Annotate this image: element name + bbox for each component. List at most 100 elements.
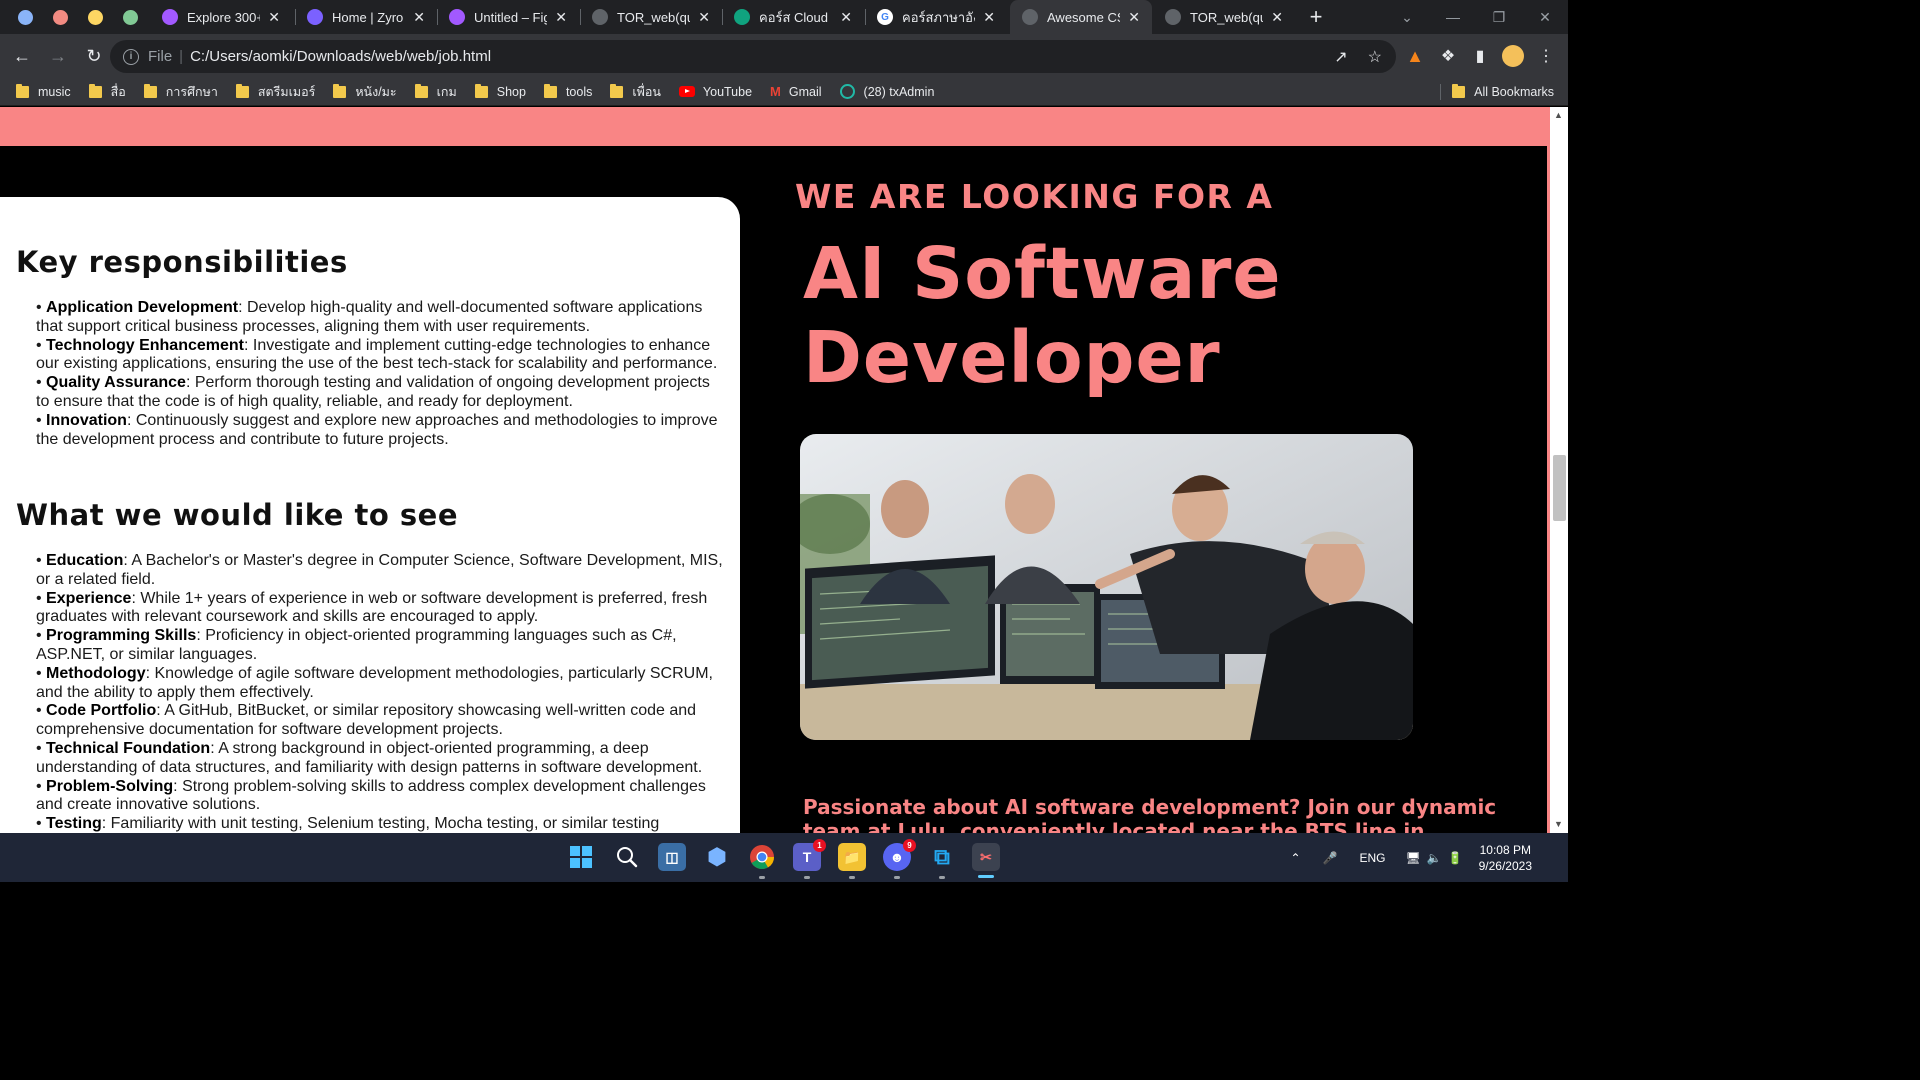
scroll-up-icon[interactable]: ▲: [1554, 110, 1563, 120]
close-tab-icon[interactable]: ✕: [840, 9, 852, 26]
browser-tab[interactable]: TOR_web(quiz ✕: [580, 0, 722, 34]
discord-icon[interactable]: ☻ 9: [883, 839, 916, 871]
close-window-button[interactable]: ✕: [1522, 0, 1568, 34]
language-indicator[interactable]: ENG: [1359, 851, 1385, 865]
volume-icon[interactable]: 🔈: [1427, 851, 1442, 865]
network-icon[interactable]: 🖥: [1405, 851, 1420, 865]
list-item-title: Application Development: [46, 299, 239, 316]
bookmark-item[interactable]: Shop: [474, 83, 526, 99]
url-separator: |: [179, 48, 184, 65]
list-item-title: Experience: [46, 589, 132, 607]
task-view-icon[interactable]: ◫: [658, 843, 686, 871]
running-indicator: [804, 876, 810, 879]
list-item: • Technical Foundation: A strong backgro…: [36, 739, 703, 776]
tab-search-icon[interactable]: ⌄: [1384, 0, 1430, 34]
top-accent-bar: [0, 107, 1550, 146]
browser-tab[interactable]: Awesome CSS ✕: [1010, 0, 1152, 34]
teams-icon[interactable]: T1: [793, 839, 826, 871]
bookmark-label: เกม: [436, 84, 457, 99]
back-button[interactable]: ←: [6, 40, 38, 72]
bookmark-item[interactable]: การศึกษา: [143, 82, 218, 102]
responsibilities-heading: Key responsibilities: [16, 245, 348, 279]
close-tab-icon[interactable]: ✕: [983, 9, 995, 26]
list-item-text: : While 1+ years of experience in web or…: [36, 589, 708, 626]
address-bar[interactable]: i File | C:/Users/aomki/Downloads/web/we…: [110, 40, 1396, 73]
tab-title: TOR_web(quiz: [1190, 9, 1263, 25]
minimize-button[interactable]: —: [1430, 0, 1476, 34]
close-tab-icon[interactable]: ✕: [1128, 9, 1140, 26]
maximize-button[interactable]: ❐: [1476, 0, 1522, 34]
all-bookmarks[interactable]: All Bookmarks: [1452, 78, 1554, 106]
scroll-down-icon[interactable]: ▼: [1554, 819, 1563, 829]
vscode-icon[interactable]: ⧉: [928, 843, 956, 871]
team-photo: [800, 434, 1413, 740]
list-item-title: Code Portfolio: [46, 702, 157, 720]
requirements-heading: What we would like to see: [16, 498, 459, 532]
close-tab-icon[interactable]: ✕: [1271, 9, 1283, 26]
folder-icon: [16, 83, 29, 98]
list-item-title: Innovation: [46, 411, 127, 429]
job-title: AI Software Developer: [803, 232, 1282, 400]
browser-tab[interactable]: Untitled – Figm ✕: [437, 0, 579, 34]
tab-separator: [295, 9, 296, 25]
bookmark-label: สื่อ: [110, 84, 126, 99]
zyro-icon: [307, 9, 323, 25]
clock-time: 10:08 PM: [1479, 842, 1531, 857]
list-item: • Programming Skills: Proficiency in obj…: [36, 627, 677, 663]
copilot-icon[interactable]: ⬢: [703, 843, 731, 871]
clock[interactable]: 10:08 PM 9/26/2023: [1479, 842, 1532, 874]
bookmark-item[interactable]: สื่อ: [88, 82, 126, 102]
bookmark-item[interactable]: เพื่อน: [610, 82, 661, 102]
chevron-up-icon[interactable]: ⌃: [1290, 851, 1300, 865]
new-tab-button[interactable]: +: [1306, 5, 1326, 29]
metamask-icon[interactable]: ▲: [1401, 42, 1429, 70]
reload-button[interactable]: ↻: [78, 40, 110, 72]
share-icon[interactable]: ↗: [1334, 47, 1347, 67]
bookmark-item[interactable]: (28) txAdmin: [839, 84, 934, 99]
list-item-title: Quality Assurance: [46, 374, 186, 392]
bookmark-item[interactable]: YouTube: [678, 84, 753, 99]
side-panel-icon[interactable]: ▮: [1466, 42, 1494, 70]
close-tab-icon[interactable]: ✕: [413, 9, 425, 26]
start-icon[interactable]: [567, 843, 595, 871]
bookmark-item[interactable]: หนัง/มะ: [333, 82, 397, 102]
search-icon[interactable]: [613, 843, 641, 871]
bookmark-item[interactable]: tools: [543, 83, 592, 99]
info-icon[interactable]: i: [123, 48, 139, 65]
bookmark-label: YouTube: [702, 84, 753, 99]
close-tab-icon[interactable]: ✕: [555, 9, 567, 26]
list-item-text: : Continuously suggest and explore new a…: [36, 411, 718, 448]
close-tab-icon[interactable]: ✕: [698, 9, 710, 26]
list-item: • Education: A Bachelor's or Master's de…: [36, 552, 723, 588]
menu-icon[interactable]: ⋮: [1532, 42, 1560, 70]
page-scrollbar[interactable]: ▲ ▼: [1550, 107, 1568, 833]
list-item: • Testing: Familiarity with unit testing…: [36, 815, 660, 833]
forward-button[interactable]: →: [42, 40, 74, 72]
list-item-title: Technology Enhancement: [46, 336, 244, 354]
bookmark-item[interactable]: M Gmail: [770, 84, 822, 99]
scroll-thumb[interactable]: [1553, 455, 1566, 521]
discord-badge: 9: [903, 839, 916, 852]
extensions-icon[interactable]: ❖: [1434, 42, 1462, 70]
snipping-tool-icon[interactable]: ✂: [972, 843, 1000, 871]
bookmark-item[interactable]: สตรีมเมอร์: [235, 82, 315, 102]
battery-icon[interactable]: 🔋: [1448, 851, 1463, 865]
bookmark-label: การศึกษา: [165, 84, 218, 99]
microphone-icon[interactable]: 🎤: [1323, 851, 1338, 865]
file-explorer-icon[interactable]: 📁: [838, 843, 866, 871]
folder-icon: [333, 83, 347, 98]
chrome-icon[interactable]: [748, 843, 776, 871]
profile-avatar[interactable]: [1499, 42, 1527, 70]
close-tab-icon[interactable]: ✕: [268, 9, 280, 26]
browser-tab[interactable]: คอร์ส Cloud En ✕: [722, 0, 864, 34]
bookmark-star-icon[interactable]: ☆: [1368, 47, 1382, 67]
browser-tab[interactable]: Explore 300+ ✕: [150, 0, 292, 34]
bookmark-item[interactable]: music: [16, 83, 71, 99]
system-tray: ⌃ 🎤 ENG 🖥 🔈 🔋 10:08 PM 9/26/2023: [1290, 833, 1568, 882]
bookmark-item[interactable]: เกม: [414, 82, 457, 102]
browser-tab[interactable]: TOR_web(quiz ✕: [1153, 0, 1295, 34]
tab-title: คอร์ส Cloud En: [759, 9, 832, 25]
browser-tab[interactable]: Home | Zyro W ✕: [295, 0, 437, 34]
browser-tab[interactable]: G คอร์สภาษาอังกฤ ✕: [865, 0, 1007, 34]
list-item: • Methodology: Knowledge of agile softwa…: [36, 664, 713, 701]
